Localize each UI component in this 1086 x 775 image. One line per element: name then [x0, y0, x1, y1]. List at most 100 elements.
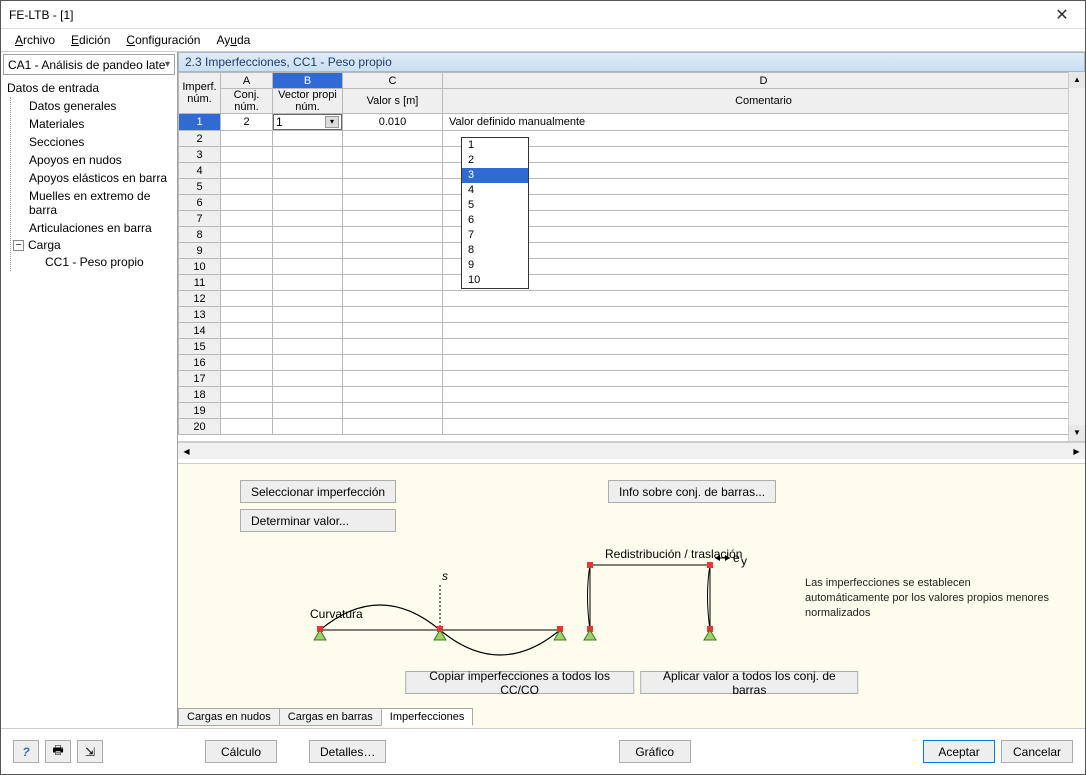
determine-value-button[interactable]: Determinar valor...: [240, 509, 396, 532]
vector-dropdown-list[interactable]: 1 2 3 4 5 6 7 8 9 10: [461, 137, 529, 289]
description-text: Las imperfecciones se establecen automát…: [805, 576, 1055, 621]
scroll-left-icon[interactable]: ◀: [178, 447, 195, 456]
tab-cargas-barras[interactable]: Cargas en barras: [279, 708, 382, 726]
chevron-down-icon: ▾: [165, 59, 170, 70]
table-row[interactable]: 16: [179, 355, 1085, 371]
table-row[interactable]: 7: [179, 211, 1085, 227]
menu-config[interactable]: Configuración: [118, 31, 208, 49]
table-row[interactable]: 20: [179, 419, 1085, 435]
menu-edit[interactable]: Edición: [63, 31, 118, 49]
scroll-up-icon[interactable]: ▲: [1069, 72, 1085, 88]
table-row[interactable]: 15: [179, 339, 1085, 355]
nav-tree: Datos de entrada Datos generales Materia…: [3, 77, 175, 273]
table-row[interactable]: 9: [179, 243, 1085, 259]
menu-file[interactable]: Archivo: [7, 31, 63, 49]
tree-item-datos-generales[interactable]: Datos generales: [11, 97, 175, 115]
scroll-right-icon[interactable]: ▶: [1068, 447, 1085, 456]
export-icon: ⇲: [85, 745, 95, 759]
vertical-scrollbar[interactable]: ▲ ▼: [1068, 72, 1085, 441]
dropdown-option[interactable]: 6: [462, 213, 528, 228]
col-C-sub: Valor s [m]: [343, 89, 443, 114]
scroll-down-icon[interactable]: ▼: [1069, 425, 1085, 441]
table-row[interactable]: 10: [179, 259, 1085, 275]
col-D: D: [443, 73, 1085, 89]
dropdown-option[interactable]: 3: [462, 168, 528, 183]
calc-button[interactable]: Cálculo: [205, 740, 277, 763]
table-row[interactable]: 17: [179, 371, 1085, 387]
col-B-sub: Vector propi núm.: [273, 89, 343, 114]
cancel-button[interactable]: Cancelar: [1001, 740, 1073, 763]
cell-vector-dropdown[interactable]: 1▾: [273, 114, 343, 131]
cell-valor[interactable]: 0.010: [343, 114, 443, 131]
grid-container: Imperf. núm. A B C D Conj. núm. Vector p…: [178, 72, 1085, 442]
dropdown-option[interactable]: 10: [462, 273, 528, 288]
export-button[interactable]: ⇲: [77, 740, 103, 763]
print-icon: 🖶: [52, 741, 63, 762]
close-icon[interactable]: ✕: [1047, 5, 1077, 25]
table-row[interactable]: 11: [179, 275, 1085, 291]
horizontal-scrollbar[interactable]: ◀ ▶: [178, 442, 1085, 459]
info-bars-button[interactable]: Info sobre conj. de barras...: [608, 480, 776, 503]
table-row[interactable]: 1 2 1▾ 0.010 Valor definido manualmente: [179, 114, 1085, 131]
col-C: C: [343, 73, 443, 89]
sidebar: CA1 - Análisis de pandeo latera ▾ Datos …: [1, 52, 178, 728]
tree-item-materiales[interactable]: Materiales: [11, 115, 175, 133]
svg-text:e: e: [733, 551, 740, 565]
tab-imperfecciones[interactable]: Imperfecciones: [381, 708, 474, 726]
lower-panel: Seleccionar imperfección Determinar valo…: [178, 463, 1085, 728]
apply-value-button[interactable]: Aplicar valor a todos los conj. de barra…: [640, 671, 858, 694]
menu-help[interactable]: Ayuda: [208, 31, 258, 49]
svg-text:Redistribución / traslación: Redistribución / traslación: [605, 547, 742, 561]
case-selector-text: CA1 - Análisis de pandeo latera: [8, 58, 165, 72]
table-row[interactable]: 8: [179, 227, 1085, 243]
graphic-button[interactable]: Gráfico: [619, 740, 691, 763]
table-row[interactable]: 14: [179, 323, 1085, 339]
tree-item-cc1[interactable]: CC1 - Peso propio: [11, 253, 175, 271]
cell-comment[interactable]: Valor definido manualmente: [443, 114, 1085, 131]
tree-item-apoyos-barra[interactable]: Apoyos elásticos en barra: [11, 169, 175, 187]
table-row[interactable]: 13: [179, 307, 1085, 323]
dropdown-option[interactable]: 1: [462, 138, 528, 153]
row-num-1: 1: [179, 114, 221, 131]
tree-item-apoyos-nudos[interactable]: Apoyos en nudos: [11, 151, 175, 169]
dropdown-arrow-icon[interactable]: ▾: [325, 116, 339, 128]
case-selector[interactable]: CA1 - Análisis de pandeo latera ▾: [3, 54, 175, 75]
accept-button[interactable]: Aceptar: [923, 740, 995, 763]
dropdown-option[interactable]: 9: [462, 258, 528, 273]
dropdown-option[interactable]: 5: [462, 198, 528, 213]
tree-input-data[interactable]: Datos de entrada: [3, 79, 175, 97]
cell-conj[interactable]: 2: [221, 114, 273, 131]
select-imperfection-button[interactable]: Seleccionar imperfección: [240, 480, 396, 503]
imperfections-table[interactable]: Imperf. núm. A B C D Conj. núm. Vector p…: [178, 72, 1085, 435]
table-row[interactable]: 18: [179, 387, 1085, 403]
col-A-sub: Conj. núm.: [221, 89, 273, 114]
col-rownum: Imperf. núm.: [179, 73, 221, 114]
details-button[interactable]: Detalles…: [309, 740, 386, 763]
help-button[interactable]: ?: [13, 740, 39, 763]
tree-item-secciones[interactable]: Secciones: [11, 133, 175, 151]
tab-cargas-nudos[interactable]: Cargas en nudos: [178, 708, 280, 726]
tree-expander-icon[interactable]: −: [13, 240, 24, 251]
table-row[interactable]: 19: [179, 403, 1085, 419]
tree-item-articulaciones[interactable]: Articulaciones en barra: [11, 219, 175, 237]
menu-bar: Archivo Edición Configuración Ayuda: [1, 29, 1085, 51]
print-button[interactable]: 🖶: [45, 740, 71, 763]
dropdown-option[interactable]: 7: [462, 228, 528, 243]
table-row[interactable]: 2: [179, 131, 1085, 147]
table-row[interactable]: 5: [179, 179, 1085, 195]
table-row[interactable]: 3: [179, 147, 1085, 163]
tree-item-muelles[interactable]: Muelles en extremo de barra: [11, 187, 175, 219]
dropdown-option[interactable]: 2: [462, 153, 528, 168]
copy-imperfections-button[interactable]: Copiar imperfecciones a todos los CC/CO: [405, 671, 635, 694]
window-title: FE-LTB - [1]: [9, 8, 1047, 22]
help-icon: ?: [22, 745, 29, 759]
table-row[interactable]: 6: [179, 195, 1085, 211]
panel-header: 2.3 Imperfecciones, CC1 - Peso propio: [178, 52, 1085, 72]
footer: ? 🖶 ⇲ Cálculo Detalles… Gráfico Aceptar …: [1, 728, 1085, 774]
table-row[interactable]: 12: [179, 291, 1085, 307]
dropdown-option[interactable]: 8: [462, 243, 528, 258]
dropdown-option[interactable]: 4: [462, 183, 528, 198]
tree-carga[interactable]: Carga: [28, 238, 61, 252]
svg-text:y: y: [741, 554, 747, 568]
table-row[interactable]: 4: [179, 163, 1085, 179]
